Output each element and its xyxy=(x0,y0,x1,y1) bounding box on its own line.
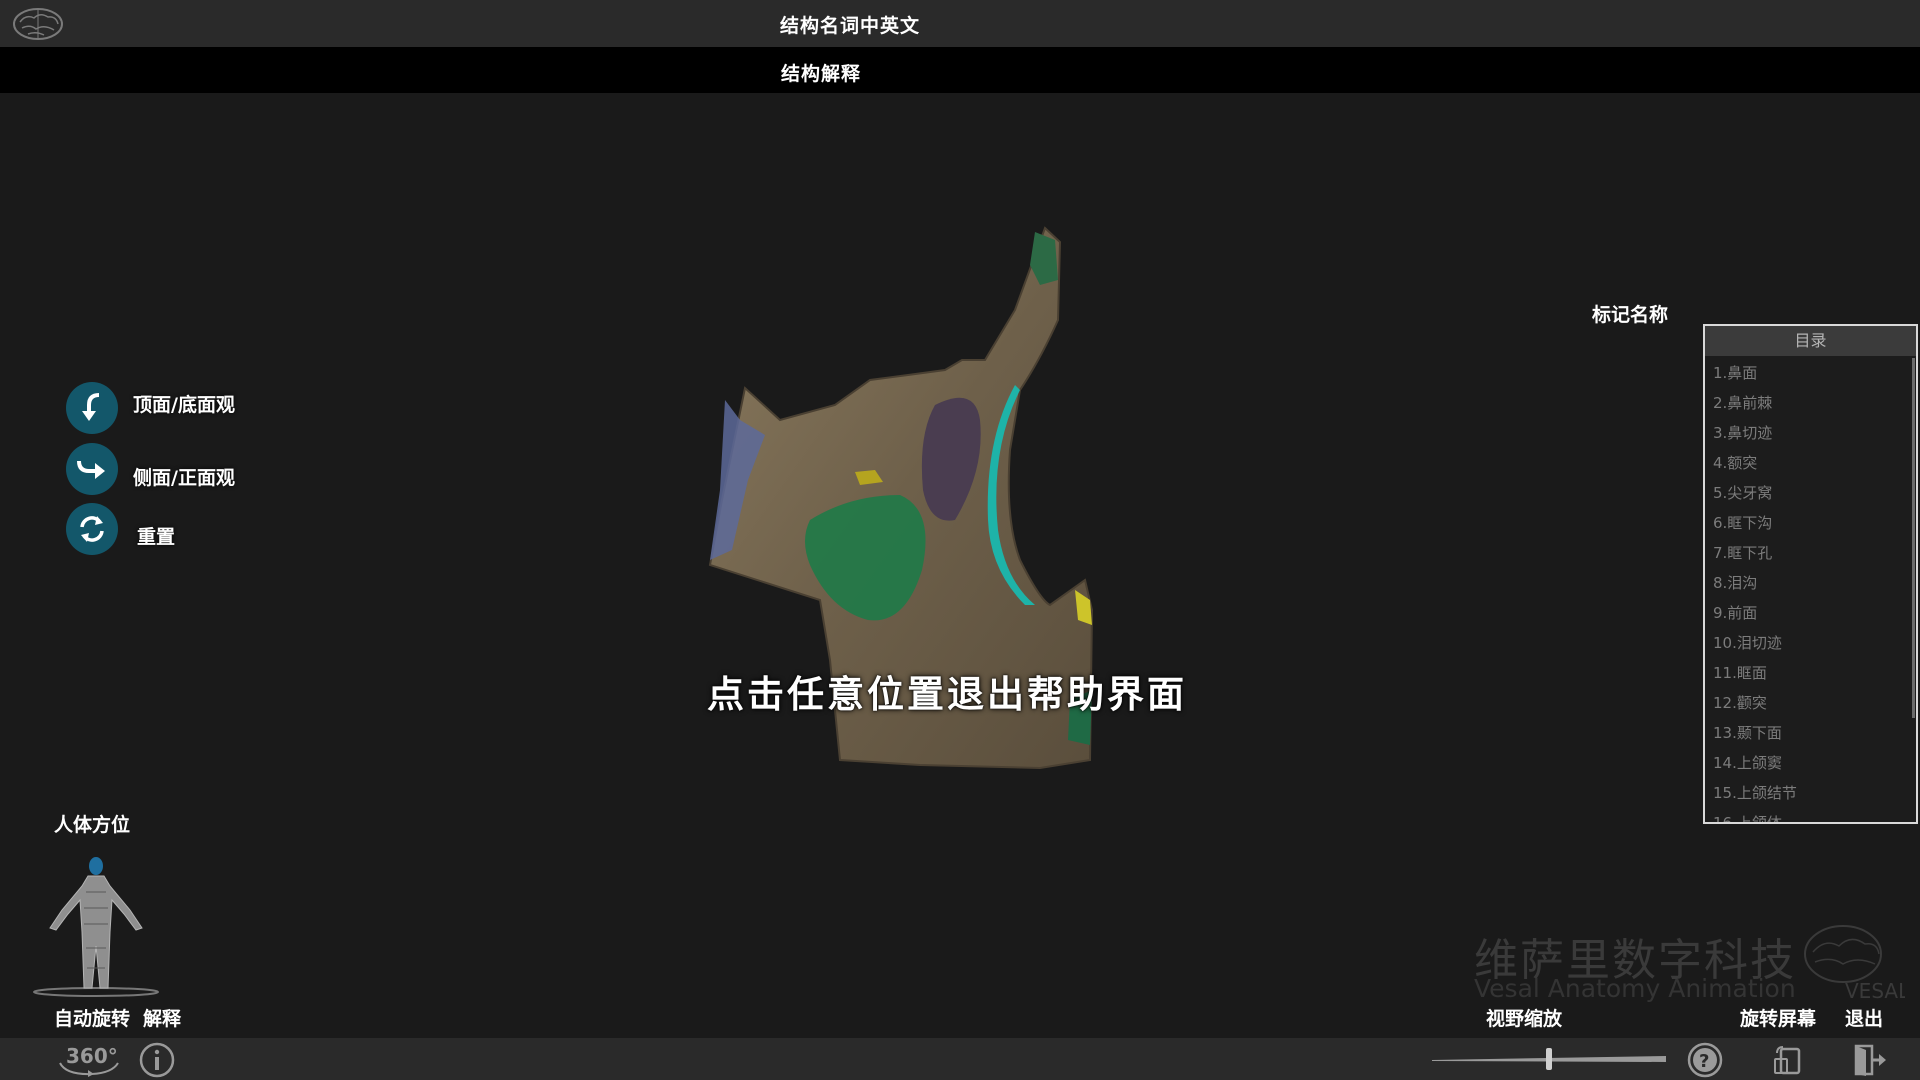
svg-text:360°: 360° xyxy=(66,1044,118,1068)
explain-label[interactable]: 解释 xyxy=(143,1004,181,1031)
list-item[interactable]: 7.眶下孔 xyxy=(1705,538,1910,568)
rotate-screen-label[interactable]: 旋转屏幕 xyxy=(1740,1004,1816,1031)
sub-bar: 结构解释 xyxy=(0,47,1920,93)
structure-explanation-title[interactable]: 结构解释 xyxy=(0,59,1642,86)
exit-door-icon[interactable] xyxy=(1852,1042,1888,1078)
list-item[interactable]: 6.眶下沟 xyxy=(1705,508,1910,538)
list-item[interactable]: 1.鼻面 xyxy=(1705,358,1910,388)
list-item[interactable]: 12.颧突 xyxy=(1705,688,1910,718)
reset-icon xyxy=(80,516,104,542)
list-item[interactable]: 11.眶面 xyxy=(1705,658,1910,688)
top-bottom-view-label[interactable]: 顶面/底面观 xyxy=(133,390,235,417)
reset-label[interactable]: 重置 xyxy=(137,522,175,549)
side-front-view-button[interactable] xyxy=(66,443,118,495)
rotate-360-icon[interactable]: 360° xyxy=(56,1041,122,1077)
reset-button[interactable] xyxy=(66,503,118,555)
exit-label[interactable]: 退出 xyxy=(1845,1004,1883,1031)
top-bottom-view-button[interactable] xyxy=(66,382,118,434)
list-item[interactable]: 14.上颌窦 xyxy=(1705,748,1910,778)
list-item[interactable]: 5.尖牙窝 xyxy=(1705,478,1910,508)
help-overlay-text[interactable]: 点击任意位置退出帮助界面 xyxy=(0,664,1894,718)
rotate-screen-icon[interactable] xyxy=(1771,1043,1805,1077)
svg-text:?: ? xyxy=(1699,1051,1709,1072)
catalog-header: 目录 xyxy=(1705,326,1916,356)
top-bar: 结构名词中英文 xyxy=(0,0,1920,47)
vesal-logo-text: VESAL xyxy=(1845,979,1905,1002)
zoom-label: 视野缩放 xyxy=(1486,1008,1563,1030)
list-item[interactable]: 13.颞下面 xyxy=(1705,718,1910,748)
list-item[interactable]: 4.额突 xyxy=(1705,448,1910,478)
side-front-view-label[interactable]: 侧面/正面观 xyxy=(133,463,235,490)
list-item[interactable]: 9.前面 xyxy=(1705,598,1910,628)
structure-terms-title[interactable]: 结构名词中英文 xyxy=(0,11,1700,38)
list-item[interactable]: 2.鼻前棘 xyxy=(1705,388,1910,418)
marker-list-scrollbar[interactable] xyxy=(1912,358,1915,718)
auto-rotate-label[interactable]: 自动旋转 xyxy=(54,1004,130,1031)
zoom-slider-thumb[interactable] xyxy=(1546,1048,1552,1070)
info-icon[interactable] xyxy=(138,1041,176,1079)
help-icon[interactable]: ? xyxy=(1686,1041,1724,1079)
list-item[interactable]: 16.上颌体 xyxy=(1705,808,1910,822)
list-item[interactable]: 3.鼻切迹 xyxy=(1705,418,1910,448)
marker-list: 1.鼻面 2.鼻前棘 3.鼻切迹 4.额突 5.尖牙窝 6.眶下沟 7.眶下孔 … xyxy=(1705,358,1910,822)
human-body-orientation-figure[interactable] xyxy=(30,852,162,998)
marker-names-title[interactable]: 标记名称 xyxy=(1592,300,1668,327)
list-item[interactable]: 10.泪切迹 xyxy=(1705,628,1910,658)
list-item[interactable]: 15.上颌结节 xyxy=(1705,778,1910,808)
marker-list-panel: 目录 1.鼻面 2.鼻前棘 3.鼻切迹 4.额突 5.尖牙窝 6.眶下沟 7.眶… xyxy=(1703,324,1918,824)
watermark-en: Vesal Anatomy Animation xyxy=(1474,974,1796,1003)
vesal-logo-icon: VESAL xyxy=(1804,925,1905,1002)
list-item[interactable]: 8.泪沟 xyxy=(1705,568,1910,598)
rotate-right-arrow-icon xyxy=(77,460,105,479)
rotate-down-arrow-icon xyxy=(82,393,100,421)
body-orientation-label[interactable]: 人体方位 xyxy=(54,810,130,837)
